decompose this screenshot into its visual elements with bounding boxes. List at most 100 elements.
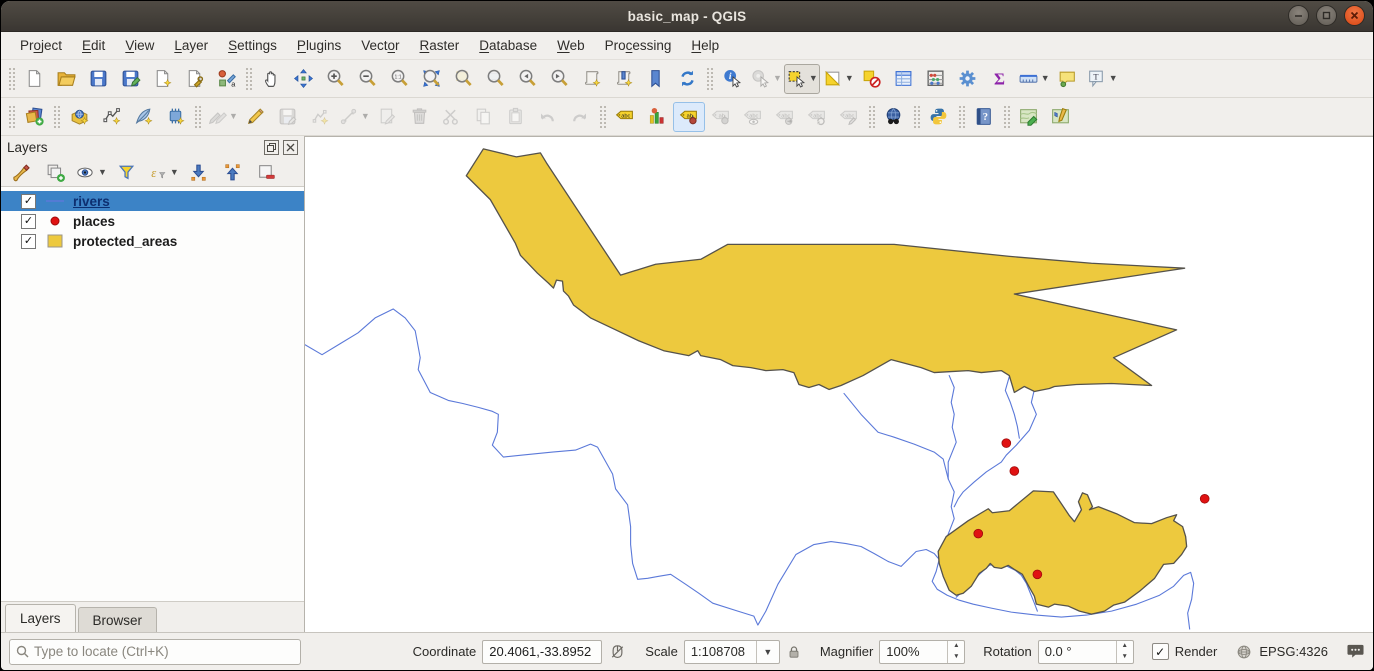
add-group-button[interactable] xyxy=(39,158,71,188)
help-contents-button[interactable]: ? xyxy=(968,102,1000,132)
chevron-down-icon[interactable]: ▼ xyxy=(170,168,179,177)
layer-row-places[interactable]: ✓places xyxy=(1,211,304,231)
open-data-source-manager-button[interactable] xyxy=(18,102,50,132)
menu-web[interactable]: Web xyxy=(548,35,594,56)
collapse-all-button[interactable] xyxy=(217,158,249,188)
zoom-last-button[interactable] xyxy=(511,64,543,94)
locator-search-input[interactable]: Type to locate (Ctrl+K) xyxy=(9,639,301,665)
toolbar-handle[interactable] xyxy=(245,67,252,91)
show-bookmark-manager-button[interactable] xyxy=(639,64,671,94)
save-project-button[interactable] xyxy=(82,64,114,94)
zoom-to-selection-button[interactable] xyxy=(447,64,479,94)
manage-map-themes-button[interactable]: ▼ xyxy=(73,158,109,188)
toggle-editing-button[interactable] xyxy=(240,102,272,132)
chevron-down-icon[interactable]: ▼ xyxy=(845,74,854,83)
python-console-button[interactable] xyxy=(923,102,955,132)
new-geopackage-layer-button[interactable] xyxy=(63,102,95,132)
pin-unpin-labels-button[interactable]: ab xyxy=(673,102,705,132)
filter-by-expression-button[interactable]: ε▼ xyxy=(145,158,181,188)
titlebar[interactable]: basic_map - QGIS xyxy=(1,1,1373,32)
chevron-down-icon[interactable]: ▼ xyxy=(809,74,818,83)
zoom-full-extent-button[interactable] xyxy=(415,64,447,94)
style-manager-button[interactable]: a xyxy=(210,64,242,94)
expand-all-button[interactable] xyxy=(183,158,215,188)
menu-plugins[interactable]: Plugins xyxy=(288,35,350,56)
menu-edit[interactable]: Edit xyxy=(73,35,114,56)
zoom-to-layer-button[interactable] xyxy=(479,64,511,94)
chevron-down-icon[interactable]: ▼ xyxy=(773,74,782,83)
select-features-button[interactable]: ▼ xyxy=(784,64,820,94)
toolbar-handle[interactable] xyxy=(194,105,201,129)
menu-vector[interactable]: Vector xyxy=(352,35,408,56)
minimize-button[interactable] xyxy=(1288,5,1309,26)
tab-layers[interactable]: Layers xyxy=(5,604,76,632)
toolbar-handle[interactable] xyxy=(8,105,15,129)
deselect-all-button[interactable] xyxy=(856,64,888,94)
menu-layer[interactable]: Layer xyxy=(165,35,217,56)
chevron-down-icon[interactable]: ▼ xyxy=(98,168,107,177)
show-layout-manager-button[interactable] xyxy=(178,64,210,94)
metasearch-button[interactable] xyxy=(878,102,910,132)
toolbar-handle[interactable] xyxy=(706,67,713,91)
layer-diagram-options-button[interactable] xyxy=(641,102,673,132)
scale-combobox[interactable]: 1:108708 ▼ xyxy=(684,640,780,664)
toolbar-handle[interactable] xyxy=(913,105,920,129)
text-annotation-button[interactable]: T▼ xyxy=(1084,64,1120,94)
remove-layer-group-button[interactable] xyxy=(251,158,283,188)
tab-browser[interactable]: Browser xyxy=(78,607,158,632)
crs-globe-icon[interactable] xyxy=(1235,643,1253,661)
menu-processing[interactable]: Processing xyxy=(596,35,681,56)
refresh-map-button[interactable] xyxy=(671,64,703,94)
menu-settings[interactable]: Settings xyxy=(219,35,286,56)
maximize-button[interactable] xyxy=(1316,5,1337,26)
new-print-layout-button[interactable] xyxy=(146,64,178,94)
identify-features-button[interactable]: i xyxy=(716,64,748,94)
new-shapefile-layer-button[interactable] xyxy=(95,102,127,132)
coordinate-input[interactable]: 20.4061,-33.8952 xyxy=(482,640,602,664)
close-button[interactable] xyxy=(1344,5,1365,26)
open-layer-styling-panel-button[interactable] xyxy=(5,158,37,188)
new-project-button[interactable] xyxy=(18,64,50,94)
mouse-extents-toggle-icon[interactable] xyxy=(608,642,627,661)
toolbar-handle[interactable] xyxy=(8,67,15,91)
menu-database[interactable]: Database xyxy=(470,35,546,56)
filter-legend-button[interactable] xyxy=(111,158,143,188)
layer-labeling-options-button[interactable]: abc xyxy=(609,102,641,132)
zoom-out-button[interactable] xyxy=(351,64,383,94)
layer-row-protected_areas[interactable]: ✓protected_areas xyxy=(1,231,304,251)
layer-visibility-checkbox[interactable]: ✓ xyxy=(21,214,36,229)
chevron-down-icon[interactable]: ▼ xyxy=(361,112,370,121)
layer-visibility-checkbox[interactable]: ✓ xyxy=(21,194,36,209)
show-spatial-bookmarks-button[interactable] xyxy=(607,64,639,94)
zoom-in-button[interactable] xyxy=(319,64,351,94)
map-tips-button[interactable] xyxy=(1052,64,1084,94)
statistical-summary-button[interactable]: Σ xyxy=(984,64,1016,94)
toolbar-handle[interactable] xyxy=(599,105,606,129)
toolbar-handle[interactable] xyxy=(1003,105,1010,129)
rotation-spinbox[interactable]: 0.0 ° ▲▼ xyxy=(1038,640,1134,664)
pan-to-selection-button[interactable] xyxy=(287,64,319,94)
new-spatial-bookmark-button[interactable] xyxy=(575,64,607,94)
save-project-as-button[interactable] xyxy=(114,64,146,94)
panel-close-button[interactable] xyxy=(283,140,298,155)
new-virtual-layer-button[interactable] xyxy=(159,102,191,132)
menu-view[interactable]: View xyxy=(116,35,163,56)
toolbar-handle[interactable] xyxy=(868,105,875,129)
menu-raster[interactable]: Raster xyxy=(411,35,469,56)
chevron-down-icon[interactable]: ▼ xyxy=(229,112,238,121)
panel-float-button[interactable] xyxy=(264,140,279,155)
plugin-map-tool-2-button[interactable] xyxy=(1045,102,1077,132)
chevron-down-icon[interactable]: ▼ xyxy=(1041,74,1050,83)
zoom-next-button[interactable] xyxy=(543,64,575,94)
select-features-by-value-button[interactable]: ▼ xyxy=(820,64,856,94)
toolbar-handle[interactable] xyxy=(958,105,965,129)
plugin-map-tool-1-button[interactable] xyxy=(1013,102,1045,132)
pan-map-button[interactable] xyxy=(255,64,287,94)
open-attribute-table-button[interactable] xyxy=(888,64,920,94)
processing-toolbox-button[interactable] xyxy=(952,64,984,94)
layer-row-rivers[interactable]: ✓rivers xyxy=(1,191,304,211)
map-canvas[interactable] xyxy=(305,136,1373,632)
measure-line-button[interactable]: ▼ xyxy=(1016,64,1052,94)
magnifier-spinbox[interactable]: 100% ▲▼ xyxy=(879,640,965,664)
layer-visibility-checkbox[interactable]: ✓ xyxy=(21,234,36,249)
